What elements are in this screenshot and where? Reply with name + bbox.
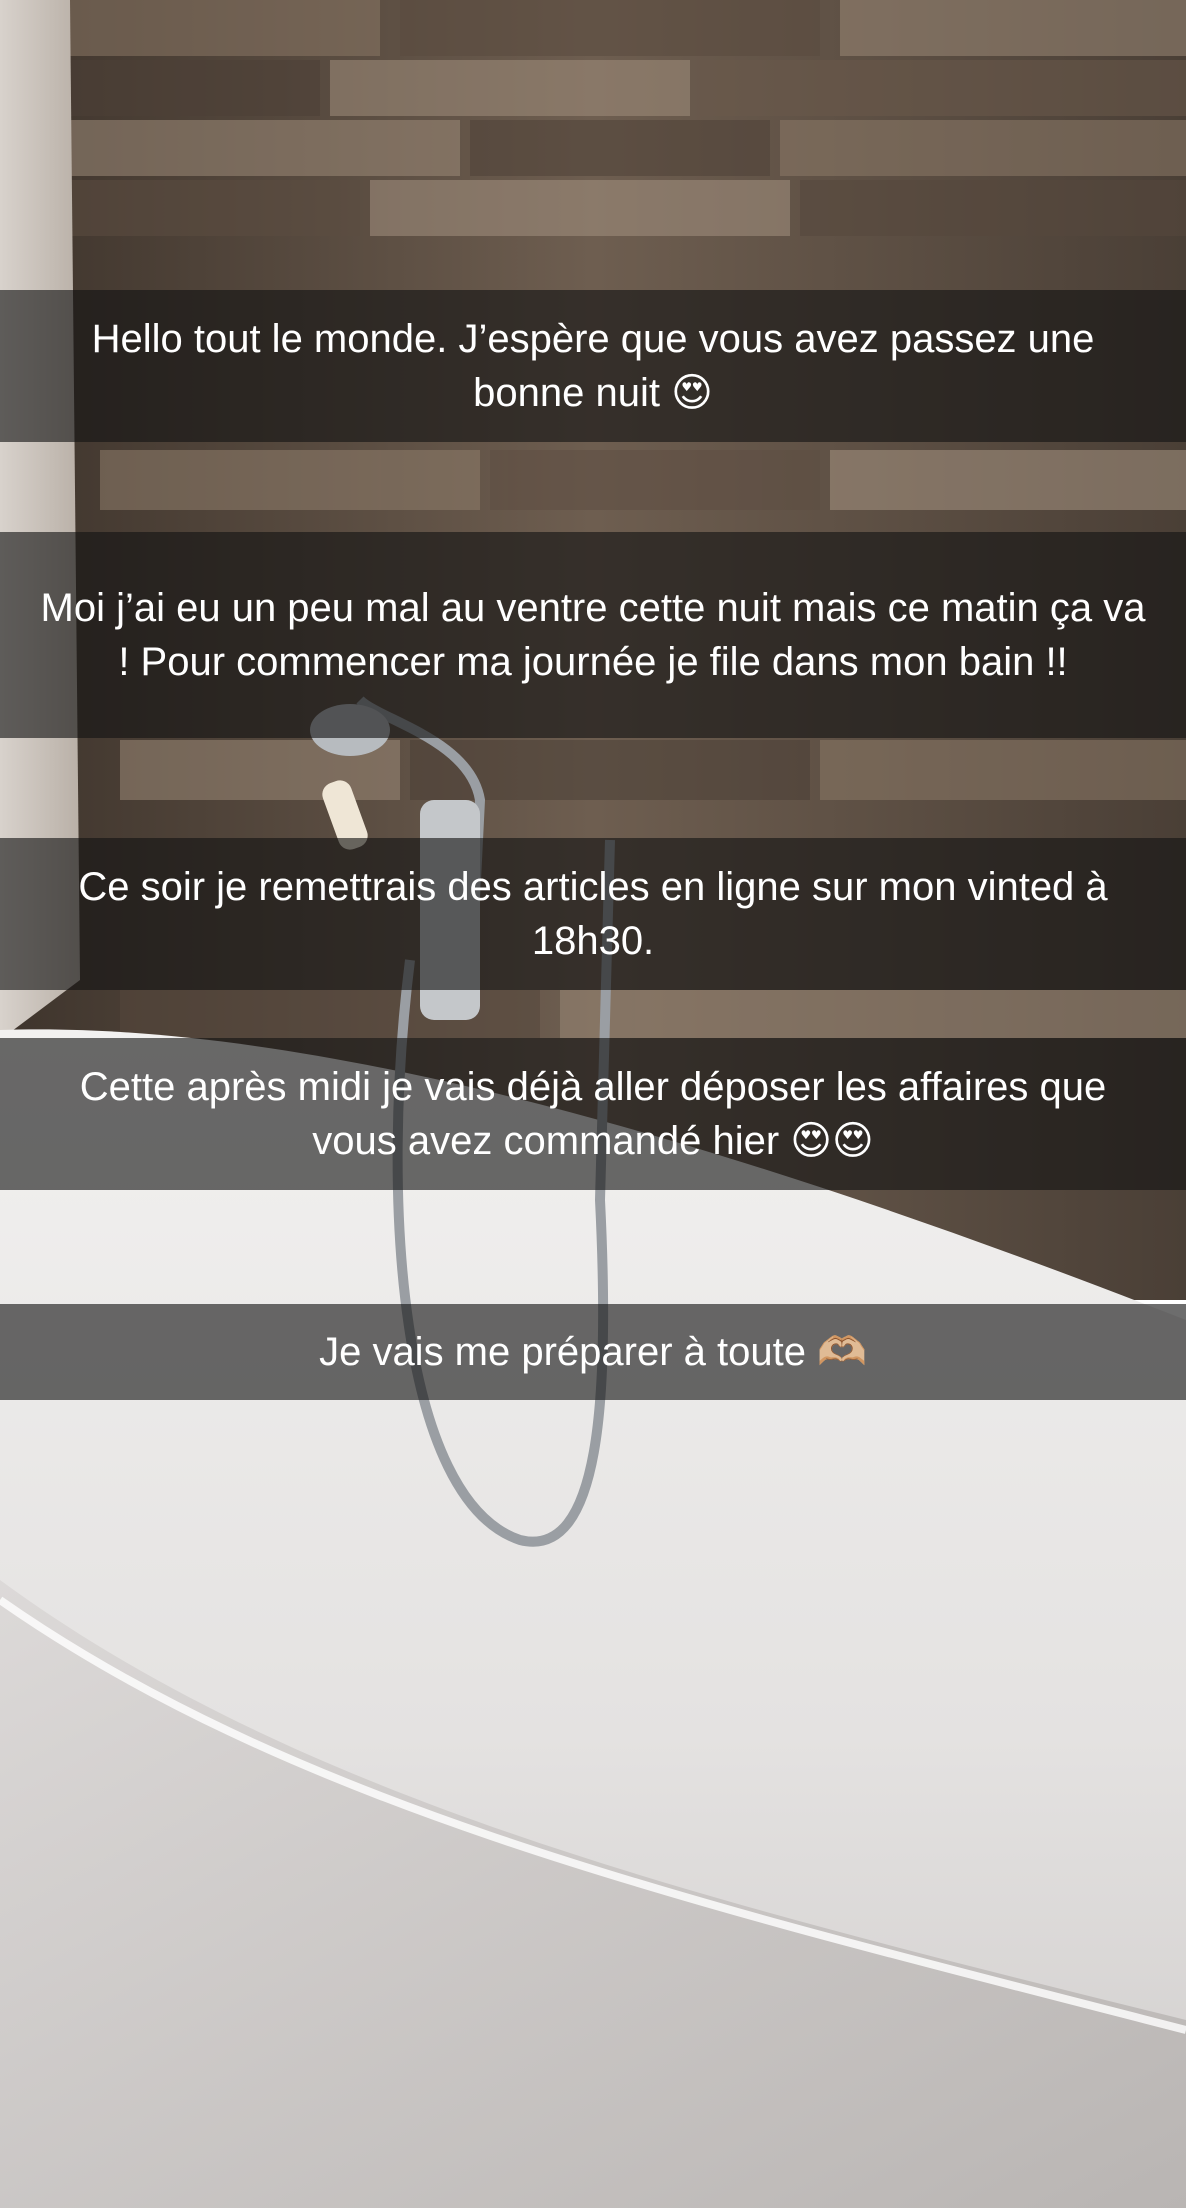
caption-text: Cette après midi je vais déjà aller dépo… xyxy=(79,1065,1107,1163)
caption-bar: Cette après midi je vais déjà aller dépo… xyxy=(0,1038,1186,1190)
caption-text: Je vais me préparer à toute 🫶🏼 xyxy=(319,1330,867,1374)
caption-bar: Ce soir je remettrais des articles en li… xyxy=(0,838,1186,990)
caption-bar: Hello tout le monde. J’espère que vous a… xyxy=(0,290,1186,442)
caption-text: Hello tout le monde. J’espère que vous a… xyxy=(91,317,1095,415)
caption-bar: Moi j’ai eu un peu mal au ventre cette n… xyxy=(0,532,1186,738)
caption-text: Ce soir je remettrais des articles en li… xyxy=(78,865,1108,963)
caption-bar: Je vais me préparer à toute 🫶🏼 xyxy=(0,1304,1186,1400)
caption-text: Moi j’ai eu un peu mal au ventre cette n… xyxy=(40,586,1146,684)
